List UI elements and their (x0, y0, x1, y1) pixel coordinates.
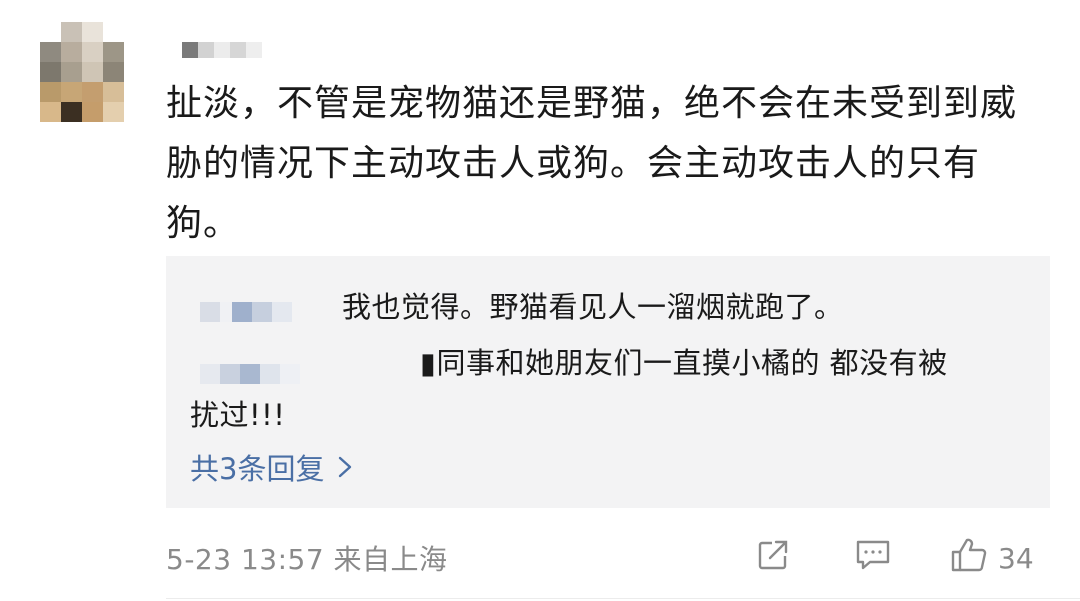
reply-author-blurred[interactable] (200, 302, 292, 322)
reply-text-continued: 扰过!!! (190, 398, 286, 432)
comment-line: 扯淡，不管是宠物猫还是野猫，绝不会在未受到到威 (166, 83, 1018, 124)
username-blurred[interactable] (182, 42, 262, 58)
chevron-right-icon (338, 456, 352, 478)
comment-body: 扯淡，不管是宠物猫还是野猫，绝不会在未受到到威 胁的情况下主动攻击人或狗。会主动… (166, 74, 1046, 254)
share-button[interactable] (756, 538, 790, 578)
reply-text: 我也觉得。野猫看见人一溜烟就跑了。 (342, 290, 844, 324)
replies-panel: 我也觉得。野猫看见人一溜烟就跑了。 ▮同事和她朋友们一直摸小橘的 都没有被 扰过… (166, 256, 1050, 508)
share-icon (756, 538, 790, 579)
thumbs-up-icon (950, 537, 988, 580)
comment-card: 扯淡，不管是宠物猫还是野猫，绝不会在未受到到威 胁的情况下主动攻击人或狗。会主动… (0, 0, 1080, 601)
comment-line: 狗。 (166, 203, 241, 244)
like-count: 34 (998, 541, 1034, 575)
reply-author-blurred[interactable] (200, 364, 300, 384)
timestamp-location: 5-23 13:57 来自上海 (166, 543, 448, 576)
like-button[interactable]: 34 (950, 538, 1034, 578)
divider (166, 598, 1080, 599)
comment-icon (854, 538, 892, 579)
view-all-replies-link[interactable]: 共3条回复 (190, 446, 352, 488)
view-all-replies-label: 共3条回复 (190, 452, 325, 486)
comment-footer: 5-23 13:57 来自上海 34 (166, 538, 1050, 578)
comment-line: 胁的情况下主动攻击人或狗。会主动攻击人的只有 (166, 143, 981, 184)
comment-button[interactable] (854, 538, 892, 578)
avatar[interactable] (40, 22, 124, 122)
reply-text: ▮同事和她朋友们一直摸小橘的 都没有被 (420, 346, 948, 380)
